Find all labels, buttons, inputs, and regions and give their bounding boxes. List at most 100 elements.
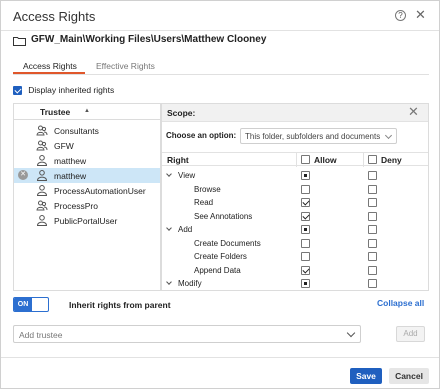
- group-icon: [36, 125, 48, 136]
- choose-option-label: Choose an option:: [166, 131, 237, 140]
- scope-select[interactable]: This folder, subfolders and documents: [240, 128, 397, 144]
- allow-checkbox[interactable]: [301, 225, 310, 234]
- column-divider: [363, 153, 364, 167]
- cancel-button[interactable]: Cancel: [389, 368, 429, 384]
- add-button[interactable]: Add: [396, 326, 425, 342]
- help-icon[interactable]: ?: [395, 10, 406, 21]
- toggle-on-label: ON: [14, 298, 32, 311]
- trustee-item[interactable]: GFW: [14, 138, 160, 153]
- scope-panel: Scope: ✕ Choose an option: This folder, …: [161, 103, 429, 291]
- trustee-item[interactable]: matthew: [14, 153, 160, 168]
- deny-checkbox[interactable]: [368, 171, 377, 180]
- scope-option-row: Choose an option: This folder, subfolder…: [166, 128, 426, 144]
- right-name: Create Documents: [194, 238, 261, 248]
- deny-all-checkbox[interactable]: [368, 155, 377, 164]
- add-trustee-row: Add trustee Add: [13, 325, 429, 343]
- sort-ascending-icon: ▲: [84, 108, 90, 114]
- user-icon: [36, 215, 48, 226]
- deny-checkbox[interactable]: [368, 252, 377, 261]
- right-name: Read: [194, 198, 214, 207]
- right-row: Create Folders: [162, 251, 428, 264]
- trustee-item[interactable]: ProcessAutomationUser: [14, 183, 160, 198]
- folder-path: GFW_Main\Working Files\Users\Matthew Clo…: [31, 34, 267, 45]
- title-bar: Access Rights ? ✕: [1, 1, 439, 31]
- expand-caret-icon[interactable]: [166, 279, 172, 285]
- right-name: Browse: [194, 184, 221, 194]
- right-name: Add: [178, 225, 193, 234]
- inherit-toggle[interactable]: ON: [13, 297, 49, 312]
- trustee-list: Trustee ▲ Consultants GFW matthew ✕ matt…: [13, 103, 161, 291]
- right-group-row: Modify: [162, 278, 428, 290]
- trustee-item[interactable]: Consultants: [14, 123, 160, 138]
- user-icon: [36, 155, 48, 166]
- trustee-name: matthew: [54, 156, 87, 166]
- right-row: Create Documents: [162, 238, 428, 251]
- deny-checkbox[interactable]: [368, 238, 377, 248]
- access-rights-dialog: Access Rights ? ✕ GFW_Main\Working Files…: [0, 0, 440, 389]
- allow-checkbox[interactable]: [301, 198, 310, 207]
- display-inherited-row: Display inherited rights: [13, 85, 114, 97]
- display-inherited-checkbox[interactable]: [13, 85, 22, 95]
- right-name: See Annotations: [194, 211, 253, 221]
- deny-checkbox[interactable]: [368, 211, 377, 221]
- right-row: Read: [162, 197, 428, 210]
- close-scope-icon[interactable]: ✕: [408, 104, 419, 120]
- deny-checkbox[interactable]: [368, 184, 377, 194]
- allow-checkbox[interactable]: [301, 171, 310, 180]
- active-tab-indicator: [13, 72, 85, 74]
- trustee-name: GFW: [54, 141, 74, 151]
- inherit-label: Inherit rights from parent: [69, 300, 171, 310]
- scope-header: Scope: ✕: [162, 104, 428, 122]
- chevron-down-icon: [346, 328, 356, 338]
- display-inherited-label: Display inherited rights: [28, 85, 115, 95]
- trustee-name: ProcessAutomationUser: [54, 186, 146, 196]
- expand-caret-icon[interactable]: [166, 171, 172, 177]
- deny-checkbox[interactable]: [368, 198, 377, 207]
- right-row: Browse: [162, 184, 428, 197]
- trustee-name: PublicPortalUser: [54, 216, 118, 226]
- add-trustee-placeholder: Add trustee: [19, 330, 63, 340]
- allow-checkbox[interactable]: [301, 211, 310, 221]
- deny-checkbox[interactable]: [368, 279, 377, 288]
- column-divider: [296, 153, 297, 167]
- right-group-row: View: [162, 170, 428, 183]
- right-name: View: [178, 171, 196, 180]
- trustee-name: ProcessPro: [54, 201, 98, 211]
- right-group-row: Add: [162, 224, 428, 237]
- dialog-title: Access Rights: [13, 9, 96, 24]
- group-icon: [36, 140, 48, 151]
- allow-checkbox[interactable]: [301, 184, 310, 194]
- save-button[interactable]: Save: [350, 368, 382, 384]
- allow-all-checkbox[interactable]: [301, 155, 310, 164]
- right-name: Append Data: [194, 265, 241, 275]
- column-allow: Allow: [314, 155, 337, 165]
- user-icon: [36, 185, 48, 196]
- tab-bar: Access Rights Effective Rights: [13, 59, 429, 75]
- rights-table-header: Right Allow Deny: [162, 152, 428, 167]
- tab-effective-rights[interactable]: Effective Rights: [96, 61, 155, 71]
- right-name: Modify: [178, 279, 202, 288]
- right-row: Append Data: [162, 265, 428, 278]
- trustee-item[interactable]: PublicPortalUser: [14, 213, 160, 228]
- deny-checkbox[interactable]: [368, 225, 377, 234]
- expand-caret-icon[interactable]: [166, 225, 172, 231]
- allow-checkbox[interactable]: [301, 265, 310, 275]
- inherit-row: ON Inherit rights from parent Collapse a…: [13, 297, 429, 313]
- trustee-header[interactable]: Trustee ▲: [14, 104, 160, 120]
- scope-title: Scope:: [167, 108, 196, 118]
- close-icon[interactable]: ✕: [415, 7, 426, 23]
- chevron-down-icon: [384, 131, 393, 140]
- allow-checkbox[interactable]: [301, 238, 310, 248]
- add-trustee-combobox[interactable]: Add trustee: [13, 325, 361, 343]
- tab-access-rights[interactable]: Access Rights: [23, 61, 77, 71]
- scope-select-value: This folder, subfolders and documents: [245, 132, 381, 141]
- collapse-all-link[interactable]: Collapse all: [377, 298, 424, 308]
- trustee-item-selected[interactable]: ✕ matthew: [14, 168, 160, 183]
- remove-trustee-icon[interactable]: ✕: [18, 170, 28, 180]
- allow-checkbox[interactable]: [301, 279, 310, 288]
- trustee-item[interactable]: ProcessPro: [14, 198, 160, 213]
- allow-checkbox[interactable]: [301, 252, 310, 261]
- column-right: Right: [167, 155, 189, 165]
- deny-checkbox[interactable]: [368, 265, 377, 275]
- column-deny: Deny: [381, 155, 402, 165]
